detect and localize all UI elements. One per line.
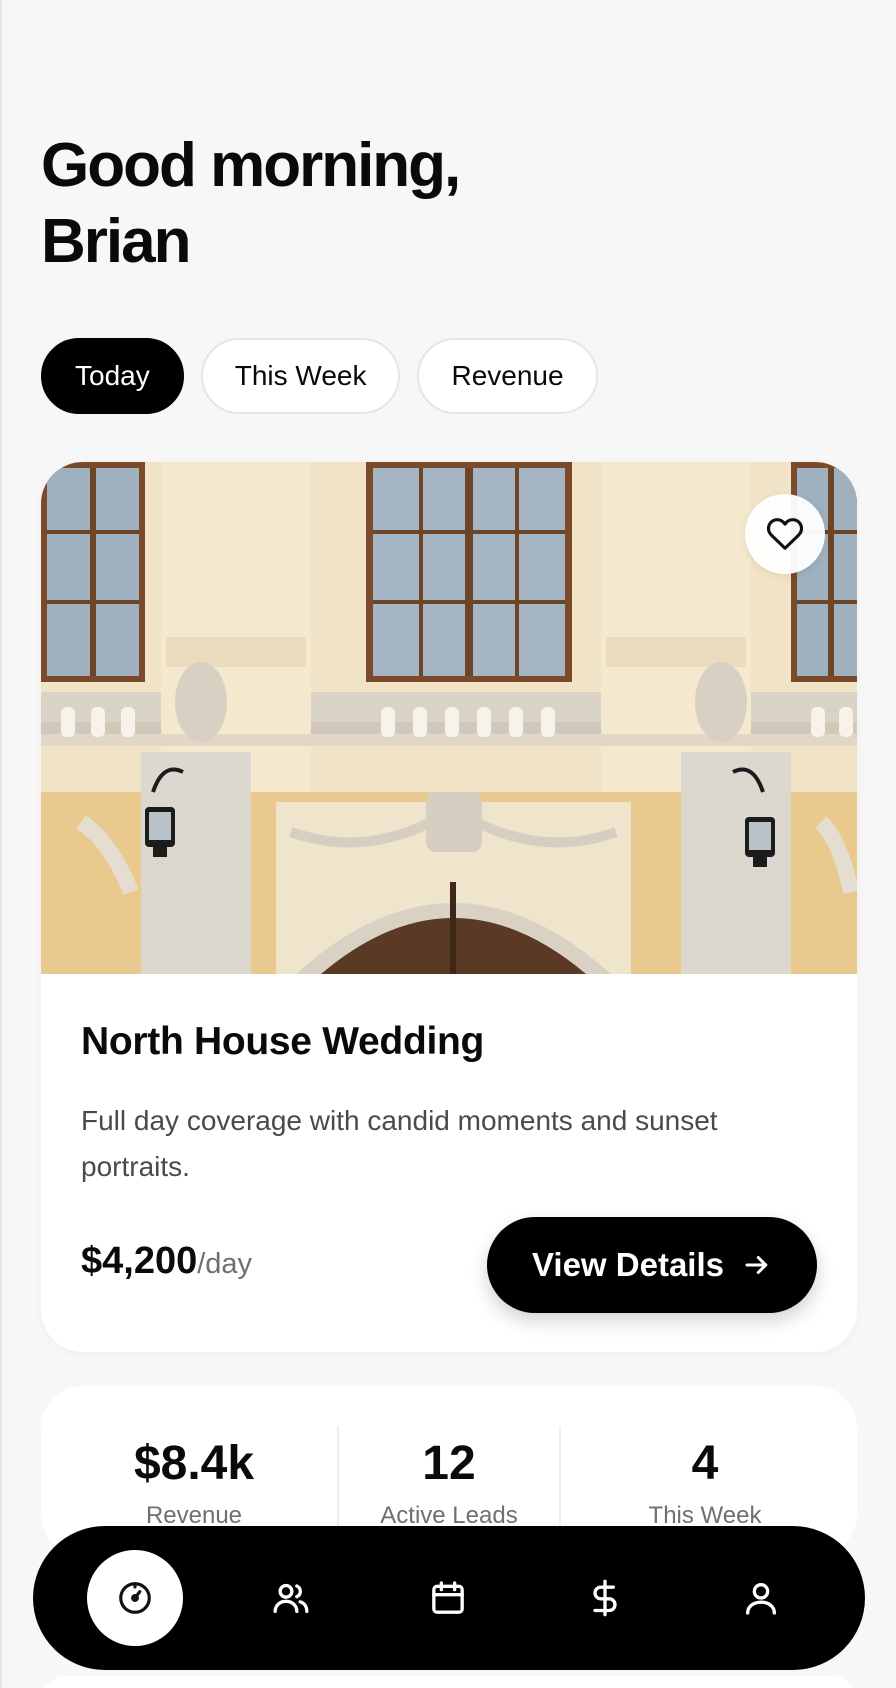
price-unit: /day (197, 1248, 253, 1280)
stat-active-leads-value: 12 (422, 1437, 476, 1490)
stat-this-week: 4 This Week (605, 1436, 805, 1530)
calendar-icon (432, 1581, 464, 1614)
tab-clients[interactable] (243, 1550, 339, 1646)
next-card-edge (41, 1676, 857, 1688)
event-photo (41, 462, 857, 974)
users-icon (273, 1583, 309, 1613)
stat-this-week-value: 4 (691, 1437, 719, 1490)
heart-icon (766, 518, 804, 550)
tab-calendar[interactable] (400, 1550, 496, 1646)
event-price: $4,200 /day (81, 1240, 252, 1283)
page-edge (0, 0, 2, 1688)
profile-icon (746, 1583, 776, 1615)
chip-today[interactable]: Today (41, 338, 184, 414)
greeting-line-1: Good morning, (41, 131, 461, 200)
dashboard-gauge-icon (119, 1582, 151, 1614)
price-amount: $4,200 (81, 1240, 198, 1282)
bottom-tab-bar (33, 1526, 865, 1670)
stat-revenue: $8.4k Revenue (94, 1436, 294, 1530)
dollar-icon (593, 1579, 617, 1617)
tab-payments[interactable] (557, 1550, 653, 1646)
greeting-heading: Good morning, Brian (41, 128, 461, 280)
view-details-label: View Details (532, 1246, 724, 1283)
favorite-button[interactable] (745, 494, 825, 574)
tab-dashboard[interactable] (87, 1550, 183, 1646)
chip-this-week[interactable]: This Week (200, 338, 401, 414)
event-description: Full day coverage with candid moments an… (81, 1105, 718, 1182)
tab-profile[interactable] (713, 1550, 809, 1646)
featured-event-card[interactable]: North House Wedding Full day coverage wi… (41, 462, 857, 1352)
view-details-button[interactable]: View Details (487, 1217, 817, 1313)
filter-chips: Today This Week Revenue (41, 338, 598, 414)
stat-active-leads: 12 Active Leads (349, 1436, 549, 1530)
event-title: North House Wedding (81, 1020, 485, 1063)
stat-revenue-value: $8.4k (133, 1437, 255, 1490)
greeting-name: Brian (41, 207, 191, 276)
arrow-right-icon (745, 1256, 768, 1274)
chip-revenue[interactable]: Revenue (417, 338, 598, 414)
